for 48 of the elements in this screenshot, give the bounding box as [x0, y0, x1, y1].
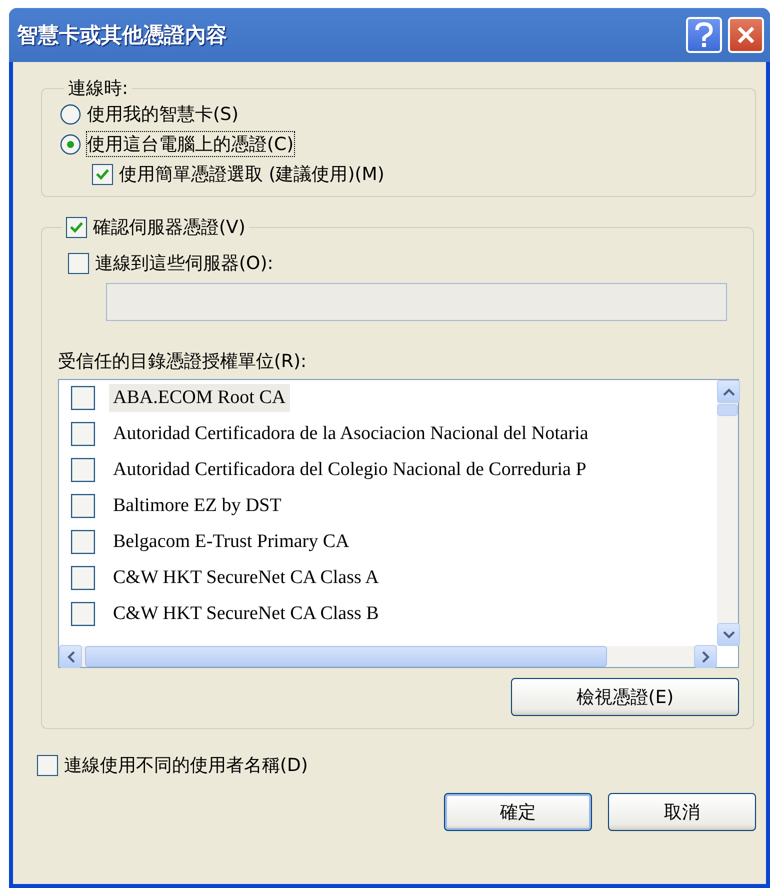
- radio-button[interactable]: [60, 104, 81, 124]
- checkbox[interactable]: [71, 422, 95, 446]
- list-item[interactable]: Belgacom E-Trust Primary CA: [109, 528, 354, 556]
- list-item[interactable]: C&W HKT SecureNet CA Class B: [109, 600, 383, 628]
- radio-button[interactable]: [60, 134, 81, 154]
- radio-label[interactable]: 使用我的智慧卡(S): [87, 102, 238, 126]
- list-item[interactable]: C&W HKT SecureNet CA Class A: [109, 564, 383, 592]
- window-title: 智慧卡或其他憑證內容: [17, 22, 228, 49]
- help-icon: [693, 22, 715, 48]
- scroll-down-button[interactable]: [717, 623, 740, 646]
- horizontal-scrollbar[interactable]: [59, 646, 717, 667]
- checkbox[interactable]: [92, 164, 113, 184]
- chevron-right-icon: [702, 650, 710, 662]
- scroll-left-button[interactable]: [59, 645, 82, 668]
- scroll-thumb[interactable]: [717, 404, 738, 416]
- radio-label[interactable]: 使用這台電腦上的憑證(C): [87, 132, 294, 156]
- list-label: 受信任的目錄憑證授權單位(R):: [58, 350, 308, 373]
- checkbox-label[interactable]: 使用簡單憑證選取 (建議使用)(M): [119, 162, 384, 186]
- checkbox[interactable]: [71, 494, 95, 518]
- chevron-down-icon: [722, 630, 734, 638]
- close-icon: [736, 25, 756, 45]
- checkbox[interactable]: [71, 566, 95, 590]
- checkbox[interactable]: [71, 530, 95, 554]
- scroll-up-button[interactable]: [717, 380, 740, 403]
- checkbox[interactable]: [71, 458, 95, 482]
- checkbox[interactable]: [71, 602, 95, 626]
- cancel-button[interactable]: 取消: [608, 793, 756, 831]
- ok-button[interactable]: 確定: [444, 793, 592, 831]
- chevron-left-icon: [66, 650, 74, 662]
- list-item[interactable]: Baltimore EZ by DST: [109, 492, 286, 520]
- list-item[interactable]: ABA.ECOM Root CA: [109, 384, 290, 412]
- list-item[interactable]: Autoridad Certificadora del Colegio Nacional de Correduria P: [109, 456, 590, 484]
- list-item[interactable]: Autoridad Certificadora de la Asociacion Nacional del Notaria: [109, 420, 592, 448]
- checkbox-label[interactable]: 確認伺服器憑證(V): [93, 215, 246, 239]
- help-button[interactable]: [686, 17, 722, 53]
- vertical-scrollbar[interactable]: [717, 380, 738, 646]
- scroll-right-button[interactable]: [694, 645, 717, 668]
- checkbox[interactable]: [66, 216, 87, 238]
- scroll-thumb[interactable]: [85, 646, 607, 667]
- checkbox[interactable]: [68, 252, 89, 274]
- group-label: 連線時:: [67, 77, 130, 100]
- view-certificate-button[interactable]: 檢視憑證(E): [511, 678, 739, 716]
- checkbox-label[interactable]: 連線使用不同的使用者名稱(D): [64, 753, 308, 777]
- checkbox[interactable]: [37, 754, 58, 776]
- checkbox-label[interactable]: 連線到這些伺服器(O):: [95, 251, 274, 275]
- checkbox[interactable]: [71, 386, 95, 410]
- chevron-up-icon: [722, 388, 734, 396]
- close-button[interactable]: [728, 17, 764, 53]
